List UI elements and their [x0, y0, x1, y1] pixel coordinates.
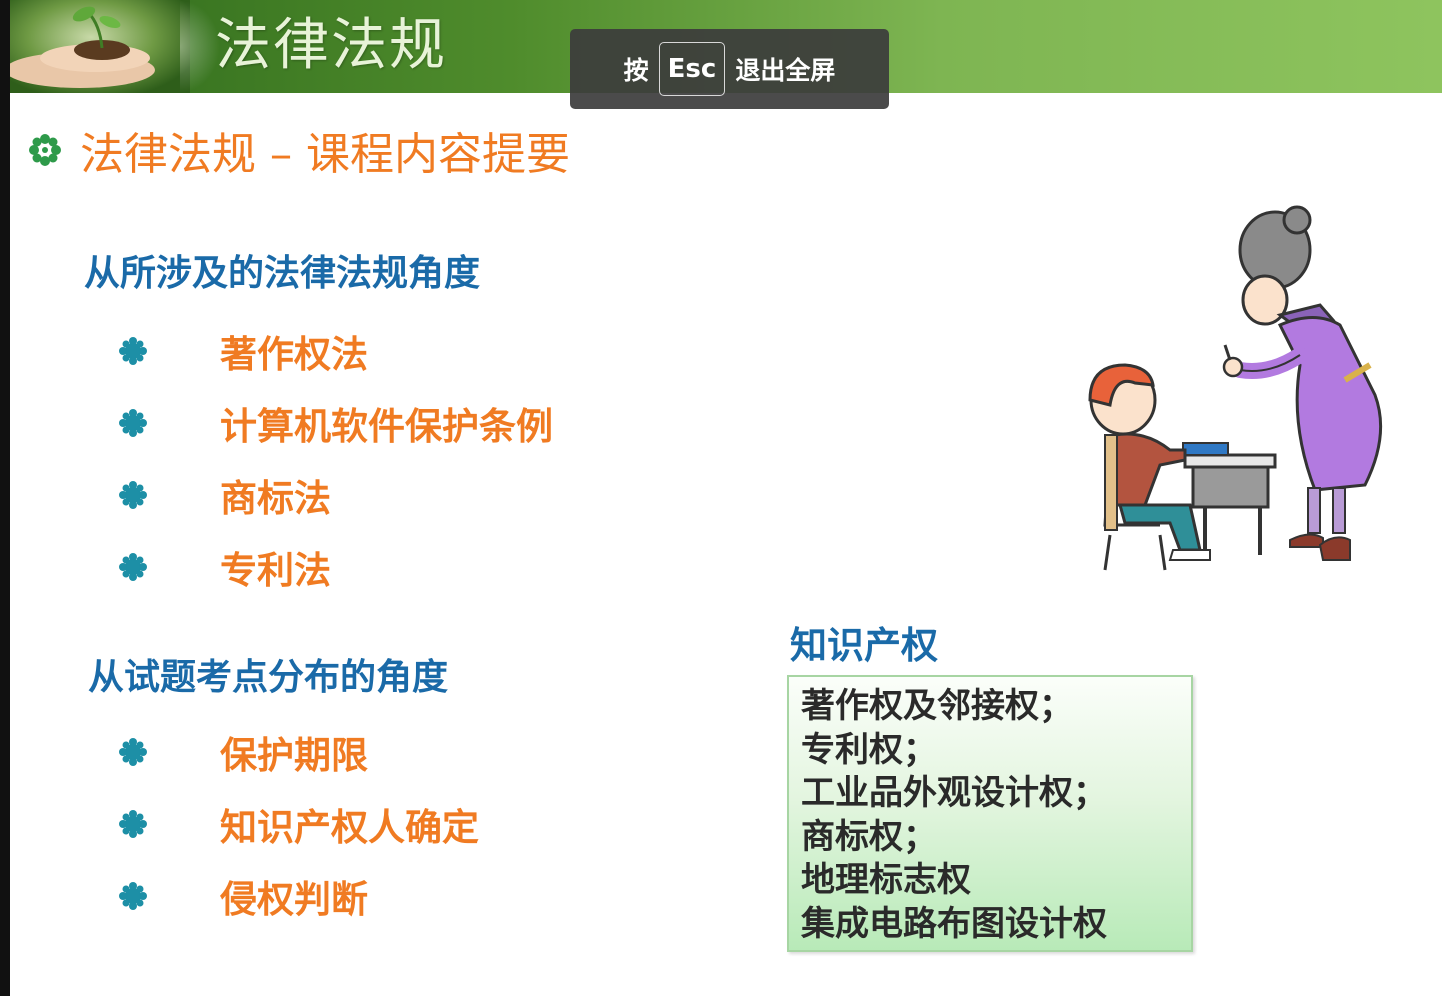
header-divider — [180, 0, 220, 93]
ip-right-item: 商标权； — [801, 816, 937, 857]
section-heading-exam-points: 从试题考点分布的角度 — [88, 657, 449, 698]
ip-right-item: 集成电路布图设计权 — [801, 903, 1107, 944]
laws-list: 著作权法 计算机软件保护条例 商标法 专利法 — [118, 315, 553, 603]
ip-right-item: 地理标志权 — [801, 860, 971, 900]
list-item-label: 商标法 — [220, 477, 331, 520]
slide-title-row: 法律法规 – 课程内容提要 — [28, 118, 570, 182]
list-item-label: 知识产权人确定 — [220, 806, 479, 849]
exam-points-list: 保护期限 知识产权人确定 侵权判断 — [118, 716, 479, 932]
teal-star-bullet-icon — [119, 409, 147, 437]
list-item: 著作权法 — [118, 315, 553, 387]
list-item-label: 保护期限 — [220, 734, 368, 777]
list-item: 商标法 — [118, 459, 553, 531]
slide-title: 法律法规 – 课程内容提要 — [80, 129, 570, 180]
exit-fullscreen-toast: 按 Esc 退出全屏 — [570, 29, 889, 109]
teal-star-bullet-icon — [119, 481, 147, 509]
list-item-label: 著作权法 — [220, 333, 368, 376]
left-edge-bar — [0, 0, 10, 996]
ip-right-item: 工业品外观设计权； — [801, 773, 1107, 813]
teal-star-bullet-icon — [119, 337, 147, 365]
list-item: 专利法 — [118, 531, 553, 603]
ip-right-item: 著作权及邻接权； — [801, 686, 1073, 726]
teal-star-bullet-icon — [119, 882, 147, 910]
section-heading-laws: 从所涉及的法律法规角度 — [84, 253, 481, 294]
list-item-label: 专利法 — [220, 549, 331, 592]
toast-suffix: 退出全屏 — [735, 56, 836, 85]
teal-star-bullet-icon — [119, 810, 147, 838]
green-flower-icon — [29, 134, 61, 166]
list-item: 保护期限 — [118, 716, 479, 788]
teal-star-bullet-icon — [119, 738, 147, 766]
list-item: 计算机软件保护条例 — [118, 387, 553, 459]
teacher-student-illustration — [1088, 205, 1383, 571]
list-item: 侵权判断 — [118, 860, 479, 932]
list-item: 知识产权人确定 — [118, 788, 479, 860]
list-item-label: 侵权判断 — [220, 878, 368, 921]
ip-right-item: 专利权； — [801, 729, 937, 770]
hands-holding-plant-image — [10, 0, 190, 93]
toast-prefix: 按 — [623, 56, 649, 85]
esc-key-badge: Esc — [658, 42, 726, 96]
ip-rights-box: 著作权及邻接权； 专利权； 工业品外观设计权； 商标权； 地理标志权 集成电路布… — [787, 675, 1193, 952]
teal-star-bullet-icon — [119, 553, 147, 581]
header-title: 法律法规 — [215, 13, 447, 78]
list-item-label: 计算机软件保护条例 — [220, 405, 553, 448]
ip-box-title: 知识产权 — [790, 624, 938, 667]
